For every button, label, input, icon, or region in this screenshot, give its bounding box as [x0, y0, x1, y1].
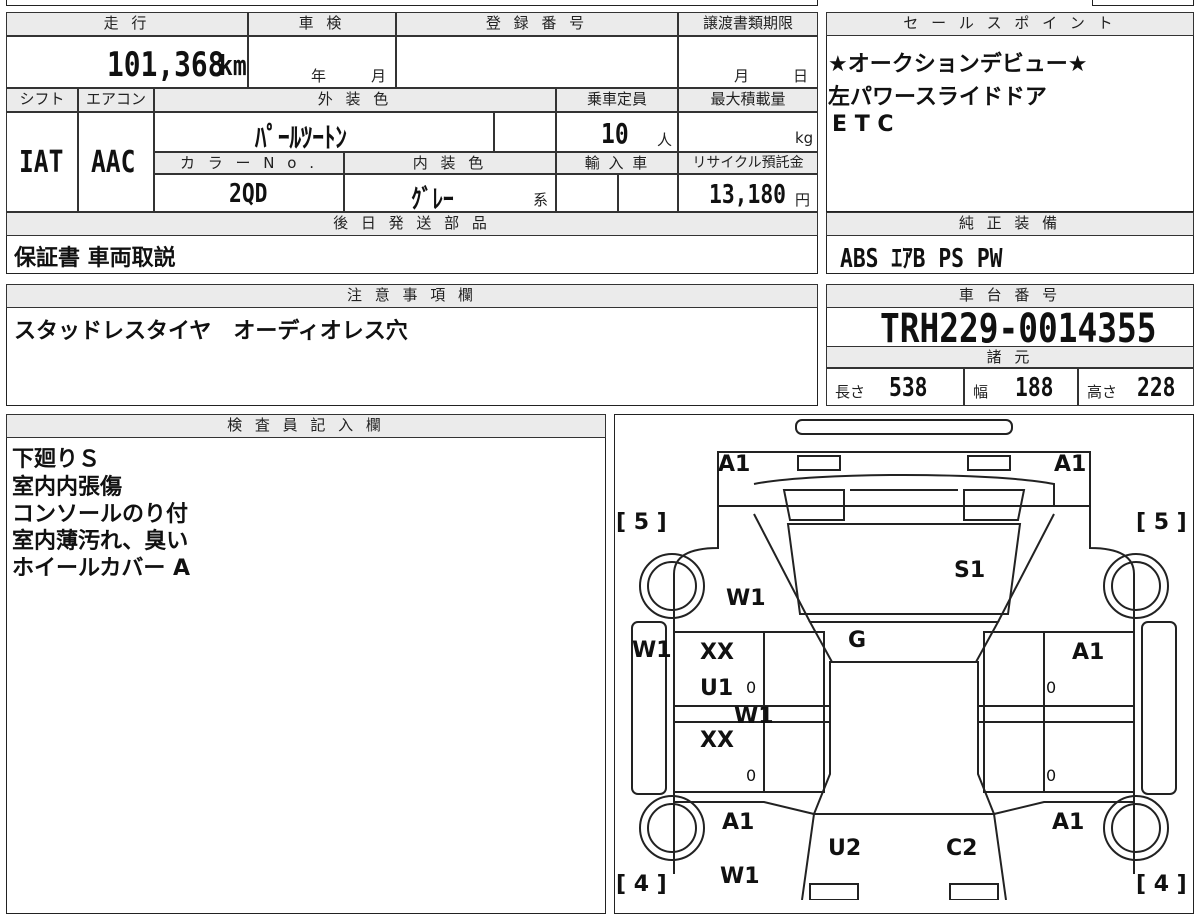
inspection-label: 車 検 [248, 12, 396, 36]
shift-value: IAT [19, 145, 64, 180]
mark-rear-left: A1 [722, 810, 755, 835]
mark-door-l1a: XX [700, 640, 734, 665]
registration-cell [396, 36, 678, 88]
exterior-color-label: 外 装 色 [154, 88, 556, 112]
transfer-month-unit: 月 [734, 67, 750, 85]
shift-cell: IAT [6, 112, 78, 212]
mark-front-right: A1 [1054, 452, 1087, 477]
transfer-deadline-label: 譲渡書類期限 [678, 12, 818, 36]
capacity-label: 乗車定員 [556, 88, 678, 112]
registration-label: 登 録 番 号 [396, 12, 678, 36]
genuine-equipment-cell: ABS ｴｱB PS PW [840, 238, 1038, 275]
spec-width-label: 幅 [973, 383, 989, 401]
mark-rear-w: W1 [720, 864, 760, 889]
spec-width-cell: 幅 188 [964, 368, 1078, 406]
mark-door-l-mid: W1 [734, 704, 774, 729]
ac-value: AAC [91, 145, 136, 180]
mileage-unit: km [219, 49, 247, 82]
exterior-color-value: ﾊﾟｰﾙﾂｰﾄﾝ [255, 121, 347, 154]
mark-tire-fr: [ 5 ] [1136, 510, 1187, 535]
diagram-labels: A1 A1 [ 5 ] [ 5 ] S1 W1 G W1 XX U1 W1 XX… [614, 414, 1194, 900]
spec-height-cell: 高さ 228 [1078, 368, 1194, 406]
import-label: 輸 入 車 [556, 152, 678, 174]
spec-height-label: 高さ [1087, 383, 1118, 401]
mileage-cell: 101,368 km [6, 36, 248, 88]
mark-zero-2: 0 [746, 766, 757, 785]
top-cut-strip [6, 0, 818, 6]
spec-length-cell: 長さ 538 [826, 368, 964, 406]
color-no-value: 2QD [229, 179, 268, 209]
mark-tire-rl: [ 4 ] [616, 872, 667, 897]
mark-zero-3: 0 [1046, 678, 1057, 697]
later-parts-value: 保証書 車両取説 [14, 246, 176, 271]
mark-tire-fl: [ 5 ] [616, 510, 667, 535]
ac-label: エアコン [78, 88, 154, 112]
sales-point-3: E T C [832, 112, 894, 137]
max-load-cell: kg [678, 112, 818, 152]
max-load-label: 最大積載量 [678, 88, 818, 112]
mileage-value: 101,368 [107, 45, 225, 85]
mark-zero-4: 0 [1046, 766, 1057, 785]
ac-cell: AAC [78, 112, 154, 212]
mark-door-l2: XX [700, 728, 734, 753]
notes-value: スタッドレスタイヤ オーディオレス穴 [14, 319, 408, 344]
import-cell-a [556, 174, 618, 212]
capacity-value: 10 [601, 117, 629, 150]
recycle-value: 13,180 [709, 180, 787, 210]
notes-label: 注 意 事 項 欄 [6, 284, 818, 308]
mark-windshield: G [848, 628, 867, 653]
spec-length-value: 538 [889, 373, 928, 403]
mileage-label: 走 行 [6, 12, 248, 36]
transfer-day-unit: 日 [793, 67, 809, 85]
top-right-cut-strip [1092, 0, 1194, 6]
inspector-line-5: ホイールカバー A [12, 556, 191, 581]
exterior-color-cell: ﾊﾟｰﾙﾂｰﾄﾝ [154, 112, 494, 154]
mark-tire-rr: [ 4 ] [1136, 872, 1187, 897]
inspection-cell: 年 月 [248, 36, 396, 88]
interior-color-label: 内 装 色 [344, 152, 556, 174]
sales-points-label: セ ー ル ス ポ イ ン ト [826, 12, 1194, 36]
color-no-label: カ ラ ー N o . [154, 152, 344, 174]
color-no-cell: 2QD [154, 174, 344, 212]
recycle-cell: 13,180 円 [678, 174, 818, 212]
later-parts-label: 後 日 発 送 部 品 [6, 212, 818, 236]
genuine-equipment-value: ABS ｴｱB PS PW [840, 244, 1003, 274]
capacity-cell: 10 人 [556, 112, 678, 152]
mark-rear-u: U2 [828, 836, 862, 861]
sales-point-2: 左パワースライドドア [828, 85, 1047, 110]
specs-label: 諸 元 [826, 346, 1194, 368]
mark-rear-right: A1 [1052, 810, 1085, 835]
sales-point-1: ★オークションデビュー★ [828, 52, 1088, 77]
mark-fender-left: W1 [726, 586, 766, 611]
mark-hood: S1 [954, 558, 986, 583]
mark-rear-c: C2 [946, 836, 978, 861]
mark-door-r1: A1 [1072, 640, 1105, 665]
exterior-extra-cell [494, 112, 556, 152]
genuine-equipment-label: 純 正 装 備 [826, 212, 1194, 236]
transfer-cell: 月 日 [678, 36, 818, 88]
interior-color-value: ｸﾞﾚｰ [411, 185, 454, 215]
mark-zero-1: 0 [746, 678, 757, 697]
spec-length-label: 長さ [835, 383, 866, 401]
recycle-unit: 円 [795, 191, 811, 209]
capacity-unit: 人 [657, 131, 673, 149]
shift-label: シフト [6, 88, 78, 112]
mark-door-l1b: U1 [700, 676, 734, 701]
mark-front-left: A1 [718, 452, 751, 477]
spec-width-value: 188 [1015, 373, 1054, 403]
spec-height-value: 228 [1137, 373, 1176, 403]
inspection-month-unit: 月 [371, 67, 387, 85]
max-load-unit: kg [795, 129, 814, 147]
interior-color-cell: ｸﾞﾚｰ 系 [344, 174, 556, 215]
inspector-label: 検 査 員 記 入 欄 [6, 414, 606, 438]
mark-left-panel: W1 [632, 638, 672, 663]
interior-suffix: 系 [533, 191, 549, 209]
recycle-label: リサイクル預託金 [678, 152, 818, 174]
chassis-label: 車 台 番 号 [826, 284, 1194, 308]
import-cell-b [618, 174, 678, 212]
inspection-year-unit: 年 [311, 67, 327, 85]
